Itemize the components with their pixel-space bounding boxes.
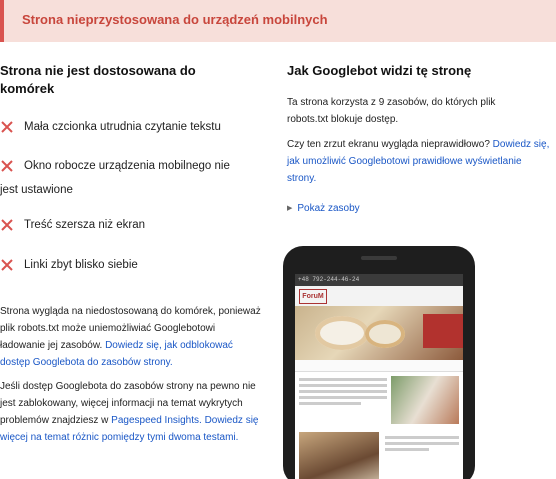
site-dish-photo: [299, 432, 379, 479]
site-header: ForuM: [295, 286, 463, 306]
warning-banner: Strona nieprzystosowana do urządzeń mobi…: [0, 0, 556, 42]
phone-speaker: [361, 256, 397, 260]
pagespeed-link[interactable]: Pagespeed Insights.: [111, 415, 202, 426]
googlebot-screenshot-phone: +48 792-244-46-24 ForuM: [283, 246, 475, 479]
banner-title: Strona nieprzystosowana do urządzeń mobi…: [22, 12, 328, 27]
robots-paragraph: Strona wygląda na niedostosowaną do komó…: [0, 303, 262, 371]
show-resources-label: Pokaż zasoby: [297, 203, 360, 214]
left-heading: Strona nie jest dostosowana do komórek: [0, 63, 196, 96]
food-plate-image: [315, 316, 369, 350]
issue-label: Okno robocze urządzenia mobilnego nie: [24, 160, 230, 172]
issue-label: Linki zbyt blisko siebie: [24, 259, 138, 271]
issue-label: Treść szersza niż ekran: [24, 219, 145, 231]
issue-continuation: jest ustawione: [0, 184, 73, 196]
site-hero-image: [295, 306, 463, 360]
resources-blocked-text: Ta strona korzysta z 9 zasobów, do który…: [287, 97, 496, 125]
pagespeed-paragraph: Jeśli dostęp Googlebota do zasobów stron…: [0, 378, 266, 446]
food-plate-image: [365, 320, 405, 348]
right-heading: Jak Googlebot widzi tę stronę: [287, 63, 472, 78]
x-icon: [1, 219, 13, 231]
site-text-block: [385, 436, 459, 454]
left-column: Strona nie jest dostosowana do komórek M…: [0, 62, 268, 443]
rendered-page-screenshot: +48 792-244-46-24 ForuM: [295, 274, 463, 479]
site-nav: [295, 360, 463, 372]
question-text: Czy ten zrzut ekranu wygląda nieprawidło…: [287, 139, 490, 150]
x-icon: [1, 160, 13, 172]
site-topbar: +48 792-244-46-24: [295, 274, 463, 286]
show-resources-toggle[interactable]: ▶ Pokaż zasoby: [287, 203, 360, 214]
issue-label: Mała czcionka utrudnia czytanie tekstu: [24, 121, 221, 133]
site-promo-box: [423, 314, 463, 348]
x-icon: [1, 259, 13, 271]
site-table-photo: [391, 376, 459, 424]
site-logo: ForuM: [299, 289, 327, 304]
site-phone-number: +48 792-244-46-24: [298, 276, 360, 283]
right-column: Jak Googlebot widzi tę stronę Ta strona …: [287, 62, 552, 214]
site-text-block: [299, 378, 387, 422]
screenshot-question: Czy ten zrzut ekranu wygląda nieprawidło…: [287, 136, 552, 187]
x-icon: [1, 121, 13, 133]
expand-triangle-icon: ▶: [287, 205, 293, 212]
